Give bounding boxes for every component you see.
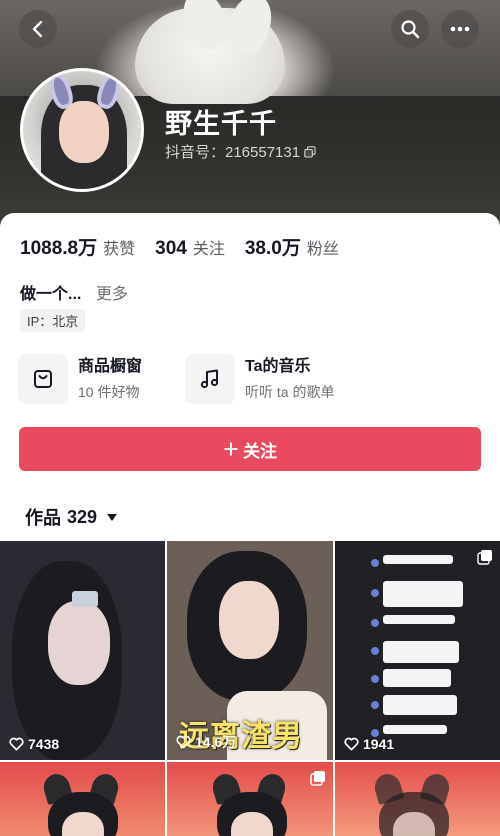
- video-like-count: 1941: [344, 736, 394, 752]
- chat-bubble: [383, 555, 453, 564]
- profile-card: 1088.8万 获赞 304 关注 38.0万 粉丝 做一个... 更多 IP：…: [0, 213, 500, 543]
- video-tile[interactable]: 7438: [0, 541, 165, 760]
- video-tile[interactable]: 远离渣男 14.6万: [167, 541, 333, 760]
- stat-value: 304: [155, 238, 187, 259]
- chat-avatar: [371, 675, 379, 683]
- chat-avatar: [371, 619, 379, 627]
- ip-location-tag: IP：北京: [20, 309, 86, 332]
- follow-button-label: 关注: [243, 441, 277, 461]
- stat-label: 粉丝: [306, 241, 339, 258]
- works-tab-count: 329: [67, 506, 98, 527]
- music-note-icon: [200, 369, 219, 389]
- stat-likes[interactable]: 1088.8万 获赞: [20, 233, 135, 260]
- stats-row: 1088.8万 获赞 304 关注 38.0万 粉丝: [20, 233, 359, 260]
- search-icon: [401, 20, 420, 39]
- video-like-count: 14.6万: [176, 732, 236, 752]
- douyin-id-text: 抖音号：216557131: [165, 144, 301, 161]
- shop-window-entry[interactable]: 商品橱窗 10 件好物: [18, 352, 142, 406]
- chat-bubble: [383, 669, 451, 687]
- multi-image-icon: [310, 771, 325, 786]
- feature-title: Ta的音乐: [245, 358, 311, 375]
- multi-image-icon: [477, 550, 492, 565]
- stat-value: 38.0万: [244, 238, 301, 259]
- music-icon-box: [185, 354, 235, 404]
- music-entry[interactable]: Ta的音乐 听听 ta 的歌单: [185, 352, 334, 406]
- chat-avatar: [371, 589, 379, 597]
- thumb-face: [48, 601, 110, 685]
- search-button[interactable]: [391, 10, 429, 48]
- video-like-count: 7438: [9, 736, 59, 752]
- video-tile[interactable]: 1941: [335, 541, 500, 760]
- feature-subtitle: 10 件好物: [78, 384, 140, 400]
- video-tile[interactable]: [167, 762, 333, 836]
- like-count-text: 7438: [28, 736, 60, 752]
- stat-value: 1088.8万: [20, 238, 98, 259]
- dropdown-triangle-icon: [107, 513, 118, 521]
- copy-icon[interactable]: [304, 145, 316, 158]
- shopping-bag-icon: [34, 370, 52, 388]
- chat-bubble: [383, 581, 463, 607]
- stat-label: 关注: [192, 241, 225, 258]
- chat-avatar: [371, 647, 379, 655]
- video-tile[interactable]: [0, 762, 165, 836]
- stat-label: 获赞: [103, 241, 136, 258]
- video-grid: 7438 远离渣男 14.6万 1941: [0, 541, 500, 836]
- feature-title: 商品橱窗: [78, 358, 143, 375]
- video-tile[interactable]: [335, 762, 500, 836]
- avatar-face: [59, 101, 109, 163]
- bio-more-link[interactable]: 更多: [96, 280, 128, 304]
- stat-followers[interactable]: 38.0万 粉丝: [245, 233, 339, 260]
- chat-avatar: [371, 701, 379, 709]
- like-count-text: 14.6万: [195, 734, 237, 750]
- chat-bubble: [383, 695, 457, 715]
- thumb-face: [231, 812, 273, 836]
- chat-bubble: [383, 641, 459, 663]
- chat-avatar: [371, 559, 379, 567]
- chevron-left-icon: [32, 20, 43, 38]
- works-tab[interactable]: 作品 329: [25, 504, 118, 530]
- plus-icon: [224, 442, 238, 456]
- heart-icon: [176, 735, 191, 749]
- more-icon: [450, 26, 470, 32]
- thumb-face: [62, 812, 104, 836]
- thumb-accessory: [72, 591, 98, 607]
- douyin-id[interactable]: 抖音号：216557131: [165, 141, 316, 162]
- thumb-face: [219, 581, 279, 659]
- works-tab-label: 作品: [25, 508, 61, 528]
- chat-bubble: [383, 615, 455, 624]
- shop-icon-box: [18, 354, 68, 404]
- heart-icon: [344, 737, 359, 751]
- profile-nickname: 野生千千: [165, 109, 277, 139]
- like-count-text: 1941: [363, 736, 395, 752]
- thumb-face: [393, 812, 435, 836]
- stat-following[interactable]: 304 关注: [155, 235, 225, 260]
- heart-icon: [9, 737, 24, 751]
- feature-subtitle: 听听 ta 的歌单: [245, 384, 335, 400]
- follow-button[interactable]: 关注: [19, 427, 481, 471]
- chat-bubble: [383, 725, 447, 734]
- more-button[interactable]: [441, 10, 479, 48]
- avatar[interactable]: [20, 68, 144, 192]
- bio-text: 做一个...: [20, 286, 82, 303]
- back-button[interactable]: [19, 10, 57, 48]
